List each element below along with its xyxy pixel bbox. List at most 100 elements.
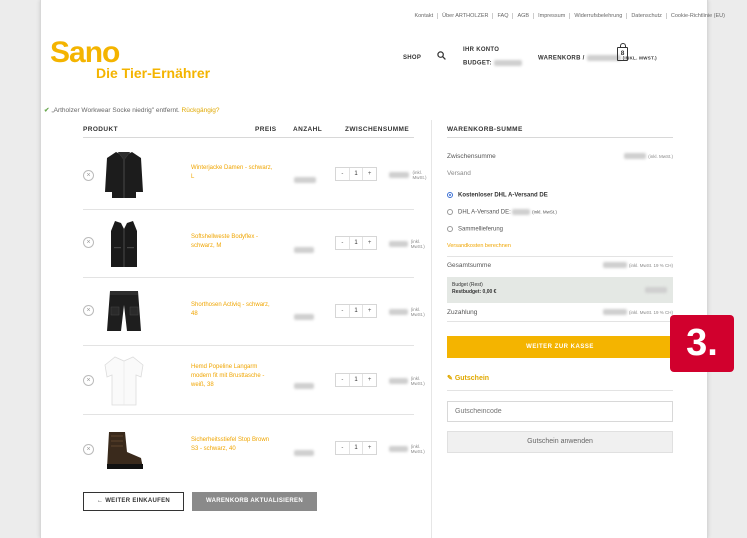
qty-value[interactable]: 1 [348,374,364,386]
table-row: × Shorthosen Activiq - schwarz, 48 - 1 +… [83,277,425,345]
apply-coupon-button[interactable]: Gutschein anwenden [447,431,673,453]
step-badge: 3. [670,315,734,372]
qty-increment[interactable]: + [363,168,376,180]
qty-decrement[interactable]: - [336,168,349,180]
col-header-subtotal: ZWISCHENSUMME [345,126,410,133]
radio-icon[interactable] [447,226,453,232]
shipping-option-label: Kostenloser DHL A-Versand DE [458,192,548,199]
remove-icon[interactable]: × [83,444,94,455]
qty-value[interactable]: 1 [348,237,364,249]
qty-decrement[interactable]: - [336,237,349,249]
qty-value[interactable]: 1 [348,305,364,317]
account-link[interactable]: IHR KONTO [463,47,499,53]
qty-decrement[interactable]: - [336,442,349,454]
qty-decrement[interactable]: - [336,305,349,317]
coupon-heading: ✎ Gutschein [447,374,489,382]
quantity-stepper[interactable]: - 1 + [335,441,377,455]
nav-link-impressum[interactable]: Impressum [533,13,569,19]
coupon-divider [447,390,673,391]
shirt-image [104,356,144,406]
subtotal-unit: (inkl. MwSt.) [412,170,427,180]
quantity-stepper[interactable]: - 1 + [335,236,377,250]
subtotal-unit: (inkl. MwSt.) [410,307,425,317]
nav-link-faq[interactable]: FAQ [492,13,512,19]
nav-link-cookie[interactable]: Cookie-Richtlinie (EU) [665,13,729,19]
budget-rest-label: Budget (Rest) [452,282,483,288]
budget-display: BUDGET: [463,60,522,67]
nav-link-agb[interactable]: AGB [512,13,533,19]
subtotal-unit: (inkl. MwSt.) [410,444,425,454]
update-cart-button[interactable]: WARENKORB AKTUALISIEREN [192,492,317,511]
radio-selected-icon[interactable] [447,192,453,198]
column-divider [431,120,432,538]
product-name[interactable]: Winterjacke Damen - schwarz, L [191,164,273,182]
remove-icon[interactable]: × [83,170,94,181]
remove-icon[interactable]: × [83,237,94,248]
radio-icon[interactable] [447,209,453,215]
nav-link-datenschutz[interactable]: Datenschutz [626,13,666,19]
coupon-code-input[interactable] [447,401,673,422]
budget-label: BUDGET: [463,60,492,67]
subtotal-label: Zwischensumme [447,153,496,160]
table-row: × Sicherheitsstiefel Stop Brown S3 - sch… [83,414,425,482]
shorts-image [107,291,141,331]
qty-value[interactable]: 1 [348,168,364,180]
product-name[interactable]: Sicherheitsstiefel Stop Brown S3 - schwa… [191,436,273,454]
nav-link-kontakt[interactable]: Kontakt [410,13,437,19]
budget-rest-value: Restbudget: 0,00 € [452,289,497,295]
subtotal-value [389,378,408,384]
nav-link-widerruf[interactable]: Widerrufsbelehrung [569,13,626,19]
line-subtotal: (inkl. MwSt.) [389,239,430,249]
qty-increment[interactable]: + [363,237,376,249]
shipping-option-dhl[interactable]: DHL A-Versand DE: (inkl. MwSt.) [447,209,673,216]
shipping-calc-link[interactable]: Versandkosten berechnen [447,243,673,249]
product-price [294,382,314,389]
qty-increment[interactable]: + [363,374,376,386]
summary-header-divider [447,137,673,138]
col-header-price: PREIS [255,126,277,133]
shipping-label: Versand [447,170,471,177]
continue-shopping-button[interactable]: ← WEITER EINKAUFEN [83,492,184,511]
table-row: × Softshellweste Bodyflex - schwarz, M -… [83,209,425,277]
remove-icon[interactable]: × [83,375,94,386]
quantity-stepper[interactable]: - 1 + [335,373,377,387]
cart-count: 8 [620,50,625,57]
product-price [294,313,314,320]
summary-subtotal-row: Zwischensumme (inkl. MwSt.) [447,153,673,160]
qty-increment[interactable]: + [363,442,376,454]
brand-logo[interactable]: Sano Die Tier-Ernährer [50,36,210,82]
search-icon[interactable] [437,51,446,63]
subtotal-vat: (inkl. MwSt.) [648,154,673,159]
line-subtotal: (inkl. MwSt.) [389,307,430,317]
cart-total [586,55,621,61]
undo-link[interactable]: Rückgängig? [182,107,220,114]
remove-icon[interactable]: × [83,305,94,316]
shipping-option-label: Sammellieferung [458,226,504,233]
qty-increment[interactable]: + [363,305,376,317]
quantity-stepper[interactable]: - 1 + [335,304,377,318]
qty-decrement[interactable]: - [336,374,349,386]
shipping-option-free[interactable]: Kostenloser DHL A-Versand DE [447,192,673,199]
checkout-button[interactable]: WEITER ZUR KASSE [447,336,673,358]
nav-shop[interactable]: SHOP [403,55,421,61]
notice-text: „Artholzer Workwear Socke niedrig" entfe… [51,107,180,114]
line-subtotal: (inkl. MwSt.) [389,170,432,180]
nav-link-ueber[interactable]: Über ARTHOLZER [437,13,492,19]
shipping-option-collective[interactable]: Sammellieferung [447,226,673,233]
summary-payment-row: Zuzahlung (inkl. MwSt. 19 % CH) [447,309,673,316]
product-name[interactable]: Shorthosen Activiq - schwarz, 48 [191,301,273,319]
product-price [294,176,316,183]
line-subtotal: (inkl. MwSt.) [389,376,430,386]
quantity-stepper[interactable]: - 1 + [335,167,377,181]
line-subtotal: (inkl. MwSt.) [389,444,430,454]
product-name[interactable]: Hemd Popeline Langarm modern fit mit Bru… [191,363,273,390]
payment-amount [603,309,628,316]
subtotal-value [389,446,408,452]
brand-name: Sano [50,36,120,69]
total-vat: (inkl. MwSt. 19 % CH) [628,263,673,268]
cart-bag-icon[interactable]: 8 [617,43,628,61]
cart-link[interactable]: WARENKORB / (INKL. MWST.) [538,55,657,62]
qty-value[interactable]: 1 [348,442,364,454]
product-name[interactable]: Softshellweste Bodyflex - schwarz, M [191,233,273,251]
removal-notice: ✔ „Artholzer Workwear Socke niedrig" entf… [44,106,220,114]
